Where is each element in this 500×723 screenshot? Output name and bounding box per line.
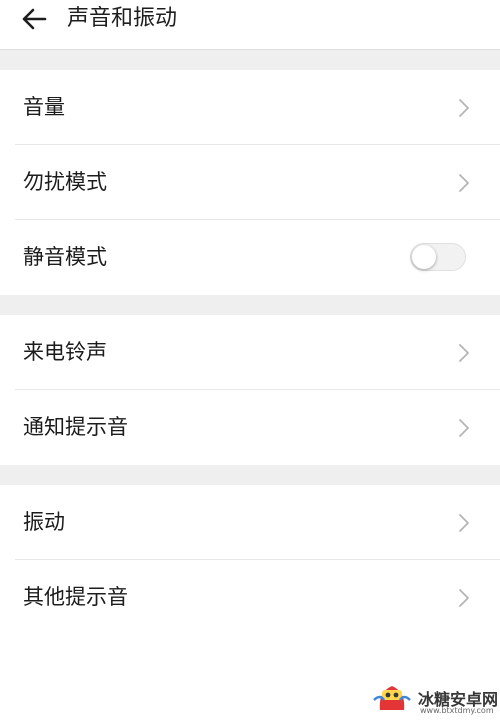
row-label: 音量 (23, 95, 65, 119)
site-watermark: 冰糖安卓网 www.btxtdmy.com (368, 668, 498, 720)
page-title: 声音和振动 (67, 6, 178, 31)
arrow-left-icon (22, 8, 47, 30)
chevron-right-icon (459, 344, 469, 362)
chevron-right-icon (459, 419, 469, 437)
row-label: 振动 (23, 510, 65, 534)
row-silent-mode: 静音模式 (0, 220, 500, 295)
section-gap (0, 295, 500, 315)
row-label: 来电铃声 (23, 340, 107, 364)
silent-mode-toggle[interactable] (410, 243, 466, 271)
row-other-sounds[interactable]: 其他提示音 (0, 560, 500, 635)
row-notification-sound[interactable]: 通知提示音 (0, 390, 500, 465)
row-do-not-disturb[interactable]: 勿扰模式 (0, 145, 500, 220)
watermark-url: www.btxtdmy.com (420, 706, 494, 715)
settings-group-sound: 音量 勿扰模式 静音模式 (0, 70, 500, 295)
chevron-right-icon (459, 514, 469, 532)
chevron-right-icon (459, 174, 469, 192)
row-vibration[interactable]: 振动 (0, 485, 500, 560)
row-label: 其他提示音 (23, 585, 128, 609)
row-label: 静音模式 (23, 245, 107, 269)
row-ringtone[interactable]: 来电铃声 (0, 315, 500, 390)
settings-group-ringtones: 来电铃声 通知提示音 (0, 315, 500, 465)
watermark-logo-icon (373, 686, 411, 710)
section-gap (0, 50, 500, 70)
app-bar: 声音和振动 (0, 0, 500, 50)
settings-screen: 声音和振动 音量 勿扰模式 静音模式 来电铃声 通知提示音 振动 其他提示音 冰… (0, 0, 500, 723)
row-label: 通知提示音 (23, 415, 128, 439)
toggle-knob (412, 245, 436, 269)
section-gap (0, 465, 500, 485)
chevron-right-icon (459, 589, 469, 607)
chevron-right-icon (459, 99, 469, 117)
row-volume[interactable]: 音量 (0, 70, 500, 145)
back-button[interactable] (12, 0, 56, 38)
row-label: 勿扰模式 (23, 170, 107, 194)
